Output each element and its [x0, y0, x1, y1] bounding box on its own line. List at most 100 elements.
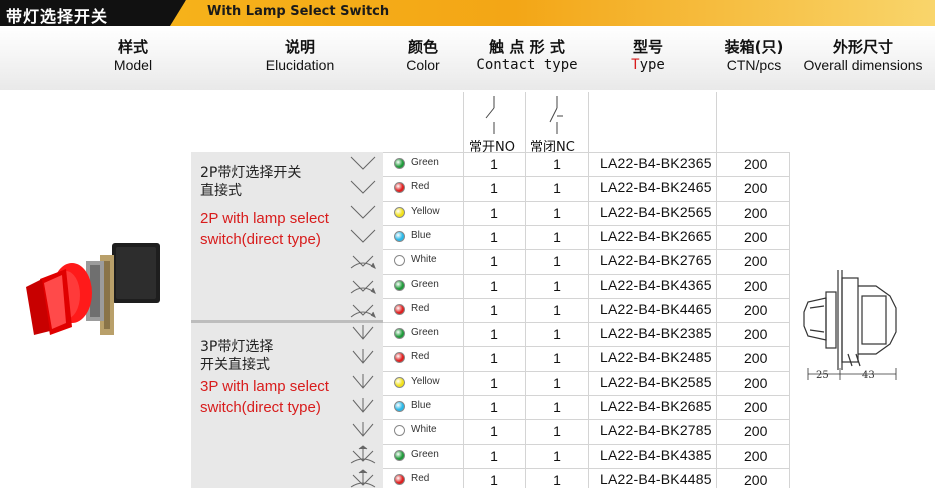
nc-count: 1: [553, 471, 561, 488]
ctn-quantity: 200: [744, 277, 768, 294]
switch-position-symbol-icon: [345, 372, 381, 396]
switch-position-symbol-icon: [345, 177, 381, 201]
switch-position-symbol-icon: [345, 250, 381, 274]
switch-position-symbol-icon: [345, 469, 381, 493]
model-number: LA22-B4-BK2465: [600, 179, 712, 196]
ctn-quantity: 200: [744, 204, 768, 221]
nc-count: 1: [553, 228, 561, 245]
section-title-en: With Lamp Select Switch: [207, 4, 390, 19]
ctn-quantity: 200: [744, 180, 768, 197]
ctn-quantity: 200: [744, 156, 768, 172]
switch-position-symbol-icon: [345, 299, 381, 323]
ctn-quantity: 200: [744, 399, 768, 415]
lamp-color-dot-icon: [394, 376, 405, 388]
color-name: Yellow: [411, 205, 440, 217]
ctn-quantity: 200: [744, 447, 768, 464]
header-contact-type: 触 点 形 式 Contact type: [476, 38, 578, 73]
lamp-color-dot-icon: [394, 279, 405, 291]
header-ctn: 装箱(只) CTN/pcs: [724, 38, 784, 73]
color-name: White: [411, 424, 437, 436]
model-number: LA22-B4-BK4485: [600, 470, 712, 487]
selector-switch-product-image: [26, 243, 160, 335]
model-number: LA22-B4-BK4365: [600, 276, 712, 293]
nc-count: 1: [553, 447, 561, 464]
header-model: 样式 Model: [113, 38, 153, 73]
switch-position-symbol-icon: [345, 420, 381, 444]
no-count: 1: [490, 471, 498, 488]
header-color: 颜色 Color: [406, 38, 440, 73]
header-type: 型号 Type: [631, 38, 665, 73]
no-count: 1: [490, 253, 498, 270]
overall-dimensions-drawing: 25 43: [803, 270, 897, 381]
color-name: Red: [411, 472, 430, 484]
ctn-quantity: 200: [744, 326, 768, 343]
lamp-color-dot-icon: [394, 206, 405, 218]
lamp-color-dot-icon: [394, 473, 405, 485]
model-number: LA22-B4-BK2765: [600, 252, 712, 269]
nc-count: 1: [553, 374, 561, 391]
switch-position-symbol-icon: [345, 202, 381, 226]
switch-position-symbol-icon: [345, 275, 381, 299]
header-elucidation: 说明 Elucidation: [265, 38, 335, 73]
switch-position-symbol-icon: [345, 153, 381, 177]
model-number: LA22-B4-BK4385: [600, 446, 712, 463]
lamp-color-dot-icon: [394, 352, 405, 364]
model-number: LA22-B4-BK2685: [600, 398, 712, 414]
group-3p-description: 3P带灯选择 开关直接式 3P with lamp select switch(…: [200, 339, 329, 416]
no-count: 1: [490, 228, 498, 245]
nc-count: 1: [553, 156, 561, 172]
dimension-b-label: 43: [862, 370, 875, 381]
switch-position-symbol-icon: [345, 444, 381, 469]
normally-closed-contact-icon: [549, 96, 563, 134]
header-overall-dimensions: 外形尺寸 Overall dimensions: [803, 38, 923, 73]
ctn-quantity: 200: [744, 471, 768, 488]
model-number: LA22-B4-BK4465: [600, 300, 712, 317]
color-name: Yellow: [411, 375, 440, 387]
switch-position-symbol-icon: [345, 396, 381, 420]
color-name: Blue: [411, 229, 432, 241]
model-number: LA22-B4-BK2365: [600, 155, 712, 171]
model-number: LA22-B4-BK2565: [600, 203, 712, 220]
model-number: LA22-B4-BK2485: [600, 349, 712, 366]
color-name: Red: [411, 181, 430, 193]
no-count: 1: [490, 399, 498, 415]
lamp-color-dot-icon: [394, 182, 405, 194]
color-name: Green: [411, 327, 439, 339]
nc-count: 1: [553, 204, 561, 221]
nc-count: 1: [553, 399, 561, 415]
ctn-quantity: 200: [744, 374, 768, 391]
nc-count: 1: [553, 277, 561, 294]
nc-count: 1: [553, 350, 561, 367]
lamp-color-dot-icon: [394, 303, 405, 315]
no-count: 1: [490, 180, 498, 197]
table-header: 样式 Model 说明 Elucidation 颜色 Color 触 点 形 式…: [0, 26, 935, 90]
nc-count: 1: [553, 180, 561, 197]
ctn-quantity: 200: [744, 253, 768, 270]
no-count: 1: [490, 447, 498, 464]
ctn-quantity: 200: [744, 423, 768, 440]
color-name: Red: [411, 302, 430, 314]
color-name: White: [411, 254, 437, 266]
contact-nc-label: 常闭NC: [530, 140, 575, 155]
dimension-a-label: 25: [816, 370, 829, 381]
no-count: 1: [490, 156, 498, 172]
model-number: LA22-B4-BK2665: [600, 227, 712, 244]
color-name: Red: [411, 351, 430, 363]
nc-count: 1: [553, 301, 561, 318]
no-count: 1: [490, 301, 498, 318]
contact-no-label: 常开NO: [469, 140, 515, 155]
model-number: LA22-B4-BK2785: [600, 422, 712, 439]
model-number: LA22-B4-BK2385: [600, 325, 712, 342]
switch-position-symbol-icon: [345, 347, 381, 371]
no-count: 1: [490, 277, 498, 294]
no-count: 1: [490, 374, 498, 391]
color-name: Green: [411, 278, 439, 290]
switch-position-symbol-icon: [345, 323, 381, 347]
lamp-color-dot-icon: [394, 401, 405, 412]
ctn-quantity: 200: [744, 228, 768, 245]
lamp-color-dot-icon: [394, 255, 405, 267]
lamp-color-dot-icon: [394, 328, 405, 340]
lamp-color-dot-icon: [394, 230, 405, 242]
no-count: 1: [490, 423, 498, 440]
ctn-quantity: 200: [744, 301, 768, 318]
